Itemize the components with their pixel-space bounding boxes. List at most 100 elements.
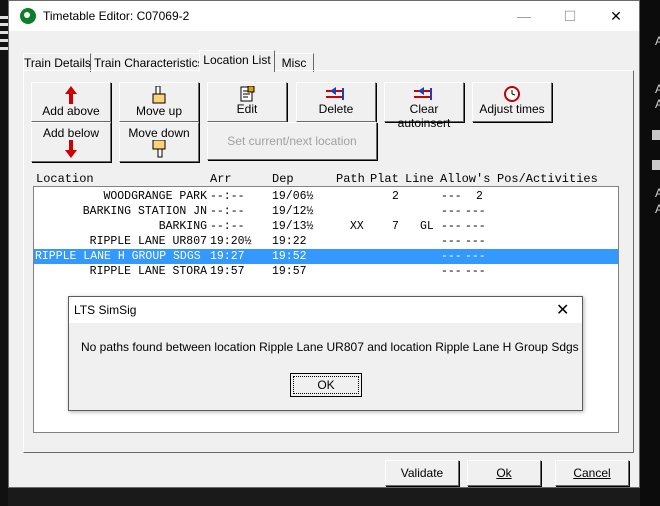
clear-autoinsert-icon [414,87,432,100]
col-header-plat[interactable]: Plat [370,172,399,186]
cell-pos: 2 [476,190,483,203]
cell-allows: --- [441,220,462,233]
cell-allows: --- [441,250,462,263]
red-down-arrow-icon [65,140,77,158]
col-header-line[interactable]: Line [405,172,434,186]
table-row[interactable]: BARKING STATION JN --:-- 19/12½ --- --- [34,204,618,219]
add-below-label: Add below [42,126,100,140]
tab-label: Misc [281,56,307,70]
cell-allows: --- [441,265,462,278]
cell-dep: 19:22 [272,235,307,248]
cell-plat: 7 [392,220,399,233]
move-up-label: Move up [135,104,183,118]
clear-autoinsert-button[interactable]: Clear autoinsert [384,82,464,130]
ok-button[interactable]: Ok [467,460,541,486]
cell-location: BARKING STATION JN [82,205,207,218]
delete-button[interactable]: Delete [296,82,376,122]
col-header-arr[interactable]: Arr [210,172,232,186]
tab-label: Train Characteristics [94,56,204,70]
add-above-button[interactable]: Add above [31,82,111,122]
maximize-button[interactable]: ☐ [547,1,593,31]
col-header-pos-activities[interactable]: Pos/Activities [497,172,598,186]
background-block [652,160,660,170]
background-text: A [655,186,660,200]
col-header-allows[interactable]: Allow's [440,172,490,186]
table-row-selected[interactable]: RIPPLE LANE H GROUP SDGS 19:27 19:52 ---… [34,249,618,264]
desktop-stripe [0,47,8,50]
cell-arr: 19:20½ [210,235,252,248]
hand-down-icon [152,140,166,158]
background-block [652,130,660,140]
clock-icon [504,86,520,102]
red-up-arrow-icon [65,86,77,104]
tab-label: Train Details [24,56,91,70]
dialog-message: No paths found between location Ripple L… [81,340,579,354]
cell-dep: 19/12½ [272,205,314,218]
desktop-stripe [0,23,8,26]
add-below-button[interactable]: Add below [31,122,111,162]
table-row[interactable]: RIPPLE LANE STORA 19:57 19:57 --- --- [34,264,618,279]
cancel-label: Cancel [573,466,611,480]
validate-label: Validate [400,466,444,480]
background-text: A [655,97,660,111]
cancel-button[interactable]: Cancel [555,460,629,486]
adjust-times-button[interactable]: Adjust times [472,82,552,122]
move-down-button[interactable]: Move down [119,122,199,162]
background-text: A [655,202,660,216]
minimize-button[interactable]: — [501,1,547,31]
cell-location: RIPPLE LANE STORA [89,265,207,278]
tab-location-list[interactable]: Location List [199,50,275,72]
clear-autoinsert-label: Clear autoinsert [397,102,451,130]
tab-label: Location List [203,53,271,67]
cell-pos: --- [465,265,486,278]
cell-path: XX [350,220,364,233]
edit-button[interactable]: Edit [207,82,287,122]
dialog-close-button[interactable]: ✕ [556,300,569,320]
cell-pos: --- [465,205,486,218]
cell-allows: --- [441,235,462,248]
cell-arr: 19:27 [210,250,245,263]
cell-arr: --:-- [210,220,245,233]
background-text: A [655,34,660,48]
dialog-ok-focus-rect: OK [293,376,359,394]
title-bar[interactable]: Timetable Editor: C07069-2 — ☐ ✕ [9,1,639,31]
desktop-stripe [0,31,8,34]
adjust-times-label: Adjust times [479,102,545,116]
cell-line: GL [420,220,434,233]
cell-location: RIPPLE LANE H GROUP SDGS [35,250,201,263]
move-up-button[interactable]: Move up [119,82,199,122]
cell-dep: 19/13½ [272,220,314,233]
cell-location: BARKING [158,220,207,233]
error-dialog: LTS SimSig ✕ No paths found between loca… [68,296,583,411]
close-button[interactable]: ✕ [593,1,639,31]
dialog-ok-button[interactable]: OK [290,373,362,397]
set-current-next-location-button[interactable]: Set current/next location [207,122,377,160]
simsig-app-icon [20,8,36,24]
delete-row-icon [326,87,344,100]
validate-button[interactable]: Validate [385,460,459,486]
dialog-title: LTS SimSig [74,303,137,317]
cell-dep: 19:57 [272,265,307,278]
cell-pos: --- [465,235,486,248]
col-header-location[interactable]: Location [36,172,94,186]
delete-label: Delete [318,102,354,116]
dialog-title-bar[interactable] [69,297,582,323]
window-title: Timetable Editor: C07069-2 [43,9,190,23]
table-row[interactable]: BARKING --:-- 19/13½ XX 7 GL --- --- [34,219,618,234]
cell-allows: --- [441,190,462,203]
hand-up-icon [152,86,166,104]
table-row[interactable]: RIPPLE LANE UR807 19:20½ 19:22 --- --- [34,234,618,249]
move-down-label: Move down [128,126,190,140]
edit-document-icon [240,86,255,102]
edit-label: Edit [236,102,258,116]
cell-dep: 19/06½ [272,190,314,203]
col-header-path[interactable]: Path [336,172,365,186]
cell-allows: --- [441,205,462,218]
cell-dep: 19:52 [272,250,307,263]
cell-location: WOODGRANGE PARK [103,190,207,203]
dialog-ok-label: OK [317,378,335,392]
desktop-stripe [0,16,8,19]
desktop-stripe [0,39,8,42]
table-row[interactable]: WOODGRANGE PARK --:-- 19/06½ 2 --- 2 [34,189,618,204]
col-header-dep[interactable]: Dep [272,172,294,186]
